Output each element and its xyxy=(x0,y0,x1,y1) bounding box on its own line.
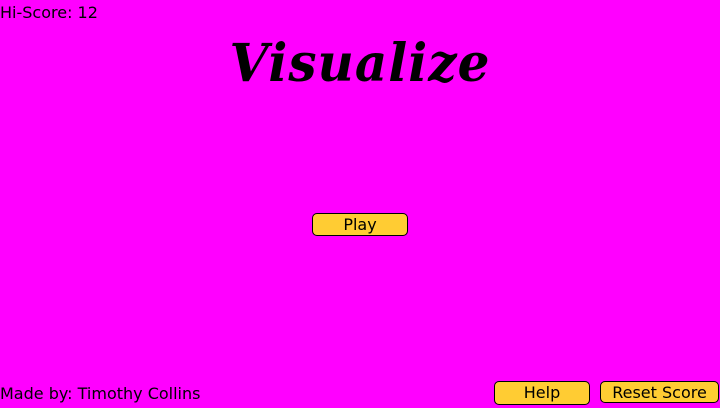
hi-score-label: Hi-Score: xyxy=(0,3,73,22)
author-credit: Made by: Timothy Collins xyxy=(0,384,201,403)
help-button[interactable]: Help xyxy=(494,381,590,405)
game-title: Visualize xyxy=(229,31,491,94)
play-button[interactable]: Play xyxy=(312,213,408,236)
reset-score-button[interactable]: Reset Score xyxy=(600,381,719,403)
hi-score-value: 12 xyxy=(77,3,98,22)
hi-score-display: Hi-Score: 12 xyxy=(0,4,98,22)
